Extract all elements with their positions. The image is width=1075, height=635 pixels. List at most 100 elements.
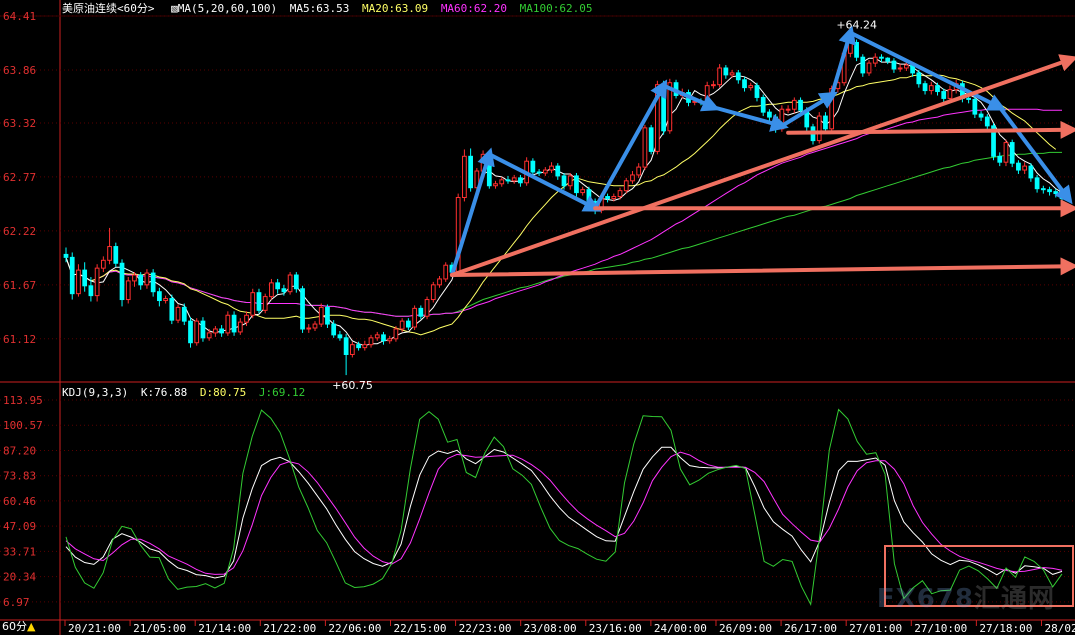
candle-body-up [617, 190, 623, 198]
timeframe-selector[interactable]: 60分▲ [2, 618, 35, 634]
candle [418, 305, 424, 320]
candle-body-down [978, 113, 984, 118]
candle [82, 262, 88, 292]
candle [349, 341, 355, 358]
kdj-j-line [65, 408, 1063, 607]
candle-body-up [928, 85, 934, 92]
candle [897, 64, 903, 72]
candle-body-up [748, 85, 754, 89]
candle-body-up [947, 89, 953, 99]
candle-body-down [63, 253, 69, 258]
candle-body-up [250, 292, 256, 316]
ma60-value: MA60:62.20 [440, 2, 508, 15]
candle [387, 335, 393, 344]
candle [636, 163, 642, 178]
kdj-tick-label: 73.83 [3, 470, 36, 483]
candle-body-down [854, 41, 859, 58]
candle [443, 262, 449, 282]
candle-body-down [561, 175, 567, 187]
candle [997, 152, 1003, 167]
candle-body-up [549, 165, 554, 171]
price-tick-label: 62.22 [3, 225, 36, 238]
candle [237, 318, 243, 335]
candle [1016, 160, 1021, 174]
candle-body-up [225, 314, 231, 334]
chart-frame [0, 0, 1075, 635]
candle [94, 264, 100, 302]
candle-body-up [866, 62, 872, 74]
candle-body-down [984, 116, 990, 127]
time-tick-label: 27/01:00 [849, 622, 902, 635]
candle-body-down [181, 306, 187, 322]
candle-body-up [785, 108, 791, 111]
candle-body-down [406, 320, 411, 328]
candle-body-down [518, 177, 523, 184]
candle [735, 69, 741, 84]
candle-body-up [499, 179, 505, 185]
candle-body-up [107, 246, 112, 261]
candle [231, 311, 237, 336]
red-trend-arrow [786, 120, 1075, 139]
candle [978, 111, 984, 121]
candle [337, 330, 343, 341]
time-tick-label: 27/10:00 [914, 622, 967, 635]
candle [754, 82, 760, 102]
kdj-tick-label: 87.20 [3, 444, 36, 457]
candle-body-down [879, 56, 884, 59]
period-label: <60分> [117, 2, 155, 15]
candle-body-down [916, 72, 922, 85]
candle-body-up [206, 332, 212, 339]
candle-body-up [368, 337, 374, 346]
symbol-name: 美原油连续 [62, 2, 117, 15]
candle [424, 296, 430, 320]
candle [1009, 139, 1015, 168]
candle [262, 293, 268, 314]
kdj-tick-label: 20.34 [3, 571, 36, 584]
ma5-value: MA5:63.53 [289, 2, 350, 15]
price-tick-label: 61.67 [3, 279, 36, 292]
candle [275, 278, 281, 294]
ma-icon[interactable]: ▧ [171, 2, 178, 15]
candle [325, 304, 330, 328]
candle [984, 114, 990, 130]
candle [175, 304, 181, 324]
candle-body-up [424, 299, 430, 317]
candle [748, 82, 754, 91]
candle-body-up [262, 296, 268, 311]
candle [1040, 185, 1046, 194]
grid-lines [0, 15, 1075, 626]
candle-body-down [1009, 142, 1015, 164]
candle-body-down [356, 344, 361, 349]
watermark-brand: FX678 [876, 584, 974, 614]
candle-body-down [885, 57, 891, 62]
candle-body-up [897, 67, 903, 70]
candle-body-down [966, 97, 971, 100]
time-tick-label: 23/08:00 [524, 622, 577, 635]
candle-body-up [1003, 142, 1009, 163]
candle [511, 174, 517, 184]
candle-body-up [318, 306, 324, 325]
candle [711, 80, 716, 89]
candle-body-down [69, 256, 75, 295]
price-tick-label: 63.86 [3, 64, 36, 77]
chart-canvas: +64.24 +60.75 64.41 63.86 63.32 62.77 62.22 61… [0, 0, 1075, 635]
candle [1047, 186, 1052, 196]
candle-body-down [200, 320, 206, 339]
candle-body-up [312, 323, 318, 329]
main-chart-header: 美原油连续<60分> ▧MA(5,20,60,100) MA5:63.53 MA… [62, 2, 599, 16]
time-tick-label: 24/00:00 [654, 622, 707, 635]
candle-body-down [119, 262, 125, 301]
candle-body-up [430, 284, 436, 301]
watermark-tail: 汇通网 [973, 584, 1055, 614]
candle [69, 252, 75, 300]
candle-body-up [711, 84, 716, 87]
candle [219, 325, 224, 337]
candle-body-down [760, 96, 766, 113]
candle [318, 303, 324, 328]
ma20-line [65, 74, 1057, 336]
candle-body-down [1047, 189, 1052, 193]
candle-body-down [891, 60, 897, 70]
candle-body-down [468, 155, 473, 189]
timeframe-label: 60分 [2, 620, 27, 633]
candle-body-up [1022, 165, 1028, 171]
